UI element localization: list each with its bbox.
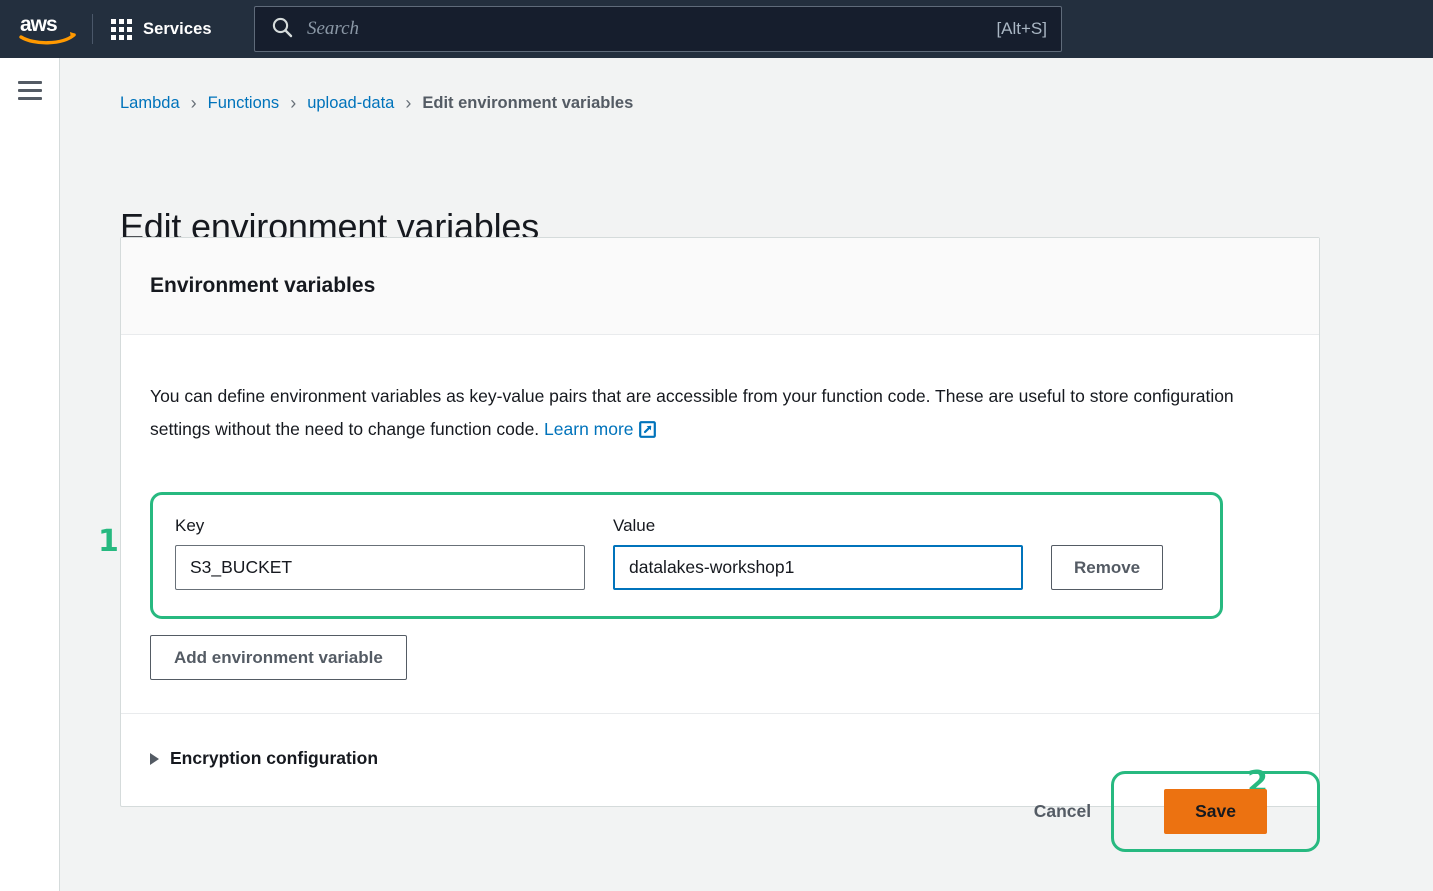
nav-divider: [92, 14, 93, 44]
caret-right-icon: [150, 752, 159, 765]
breadcrumb-separator-icon: ›: [405, 93, 412, 113]
key-input[interactable]: [175, 545, 585, 590]
annotation-badge-1: 1: [98, 524, 119, 559]
value-input[interactable]: [613, 545, 1023, 590]
left-sidebar-rail: [0, 58, 60, 891]
card-header: Environment variables: [121, 238, 1319, 335]
breadcrumb-separator-icon: ›: [290, 93, 297, 113]
services-menu-button[interactable]: Services: [99, 9, 224, 49]
svg-text:aws: aws: [20, 13, 57, 36]
aws-logo[interactable]: aws: [0, 0, 90, 58]
add-environment-variable-button[interactable]: Add environment variable: [150, 635, 407, 680]
value-field-label: Value: [613, 516, 656, 535]
breadcrumb-item-current: Edit environment variables: [422, 94, 634, 112]
environment-variable-row: Key Value Remove: [175, 516, 1198, 590]
breadcrumb: Lambda › Functions › upload-data › Edit …: [120, 93, 633, 114]
hamburger-menu-icon[interactable]: [18, 81, 42, 100]
search-icon: [271, 16, 293, 43]
external-link-icon: [638, 416, 656, 449]
cancel-button[interactable]: Cancel: [1014, 801, 1111, 822]
learn-more-link[interactable]: Learn more: [544, 419, 634, 439]
card-body: You can define environment variables as …: [98, 335, 1319, 806]
save-button-highlight: Save: [1111, 771, 1320, 852]
encryption-configuration-toggle[interactable]: Encryption configuration: [150, 748, 378, 769]
form-footer-actions: Cancel Save: [61, 771, 1320, 852]
key-field-group: Key: [175, 516, 585, 590]
global-search-input[interactable]: Search [Alt+S]: [254, 6, 1062, 52]
services-label: Services: [143, 19, 212, 38]
add-variable-row: Add environment variable: [150, 635, 1290, 713]
app-grid-icon: [111, 18, 132, 40]
main-content-area: Lambda › Functions › upload-data › Edit …: [61, 58, 1433, 891]
environment-variable-row-highlight: 1 Key Value Remove: [98, 492, 1223, 619]
breadcrumb-item-functions[interactable]: Functions: [208, 94, 280, 113]
search-shortcut-hint: [Alt+S]: [996, 19, 1047, 38]
search-placeholder-text: Search: [307, 18, 360, 39]
remove-variable-button[interactable]: Remove: [1051, 545, 1164, 590]
card-description-text: You can define environment variables as …: [150, 386, 1234, 439]
breadcrumb-separator-icon: ›: [190, 93, 197, 113]
breadcrumb-item-upload-data[interactable]: upload-data: [307, 94, 394, 113]
value-field-group: Value: [613, 516, 1023, 590]
card-description: You can define environment variables as …: [150, 380, 1290, 449]
environment-variables-card: Environment variables You can define env…: [98, 237, 1320, 807]
breadcrumb-item-lambda[interactable]: Lambda: [120, 94, 180, 113]
encryption-configuration-label: Encryption configuration: [170, 748, 379, 768]
save-button[interactable]: Save: [1164, 789, 1267, 834]
top-navigation-bar: aws Services Search [Alt+S]: [0, 0, 1433, 58]
card-header-title: Environment variables: [150, 274, 376, 297]
key-field-label: Key: [175, 516, 205, 535]
